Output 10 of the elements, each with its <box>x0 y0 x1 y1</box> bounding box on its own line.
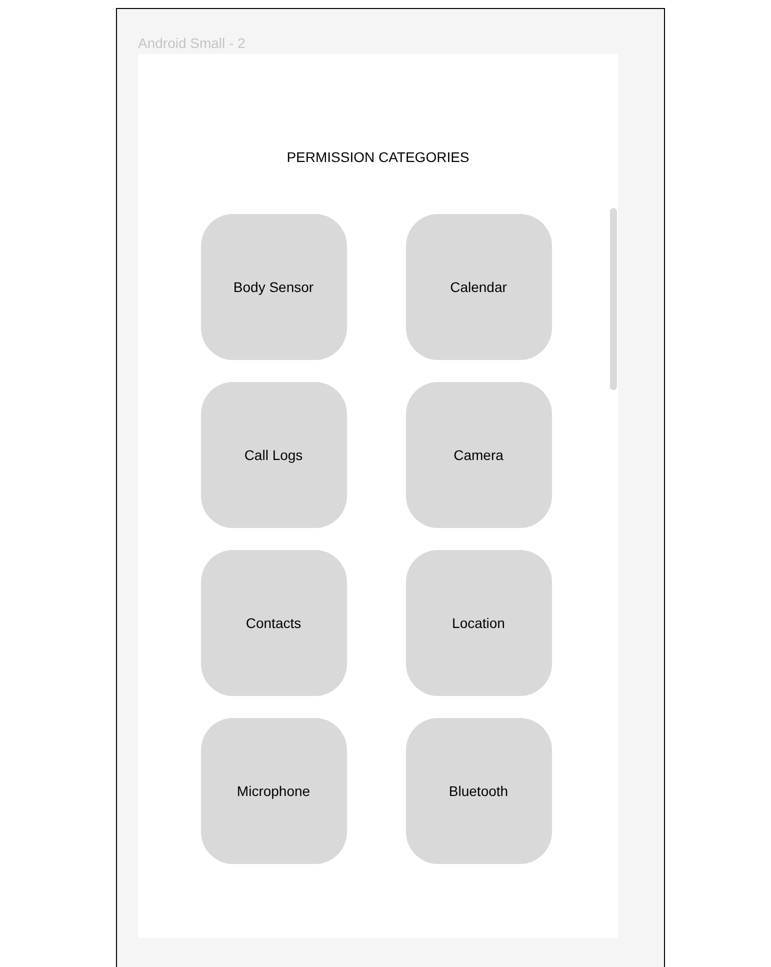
category-tile[interactable]: Bluetooth <box>406 718 552 864</box>
screen-title: PERMISSION CATEGORIES <box>286 148 470 167</box>
scrollbar[interactable] <box>610 208 617 390</box>
category-tile[interactable]: Microphone <box>200 718 346 864</box>
category-tile[interactable]: Call Logs <box>200 382 346 528</box>
category-tile[interactable]: Location <box>406 550 552 696</box>
category-tile[interactable]: Contacts <box>200 550 346 696</box>
category-tile[interactable]: Camera <box>406 382 552 528</box>
category-tile[interactable]: Body Sensor <box>200 214 346 360</box>
category-tile[interactable]: Calendar <box>406 214 552 360</box>
